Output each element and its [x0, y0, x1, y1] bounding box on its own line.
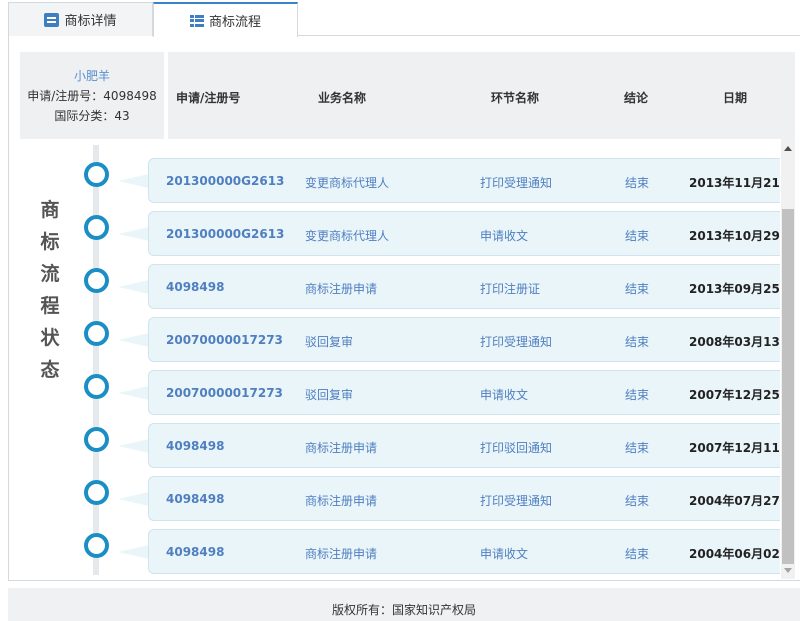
- footer-copyright: 版权所有：国家知识产权局: [8, 588, 800, 621]
- timeline-node-icon: [84, 215, 109, 240]
- row-pointer: [118, 439, 149, 453]
- scrollbar[interactable]: [781, 139, 795, 579]
- list-icon: [189, 14, 204, 27]
- cell-date: 2013年11月21日: [689, 176, 781, 190]
- cell-business: 变更商标代理人: [305, 229, 390, 243]
- row-pointer: [118, 386, 149, 400]
- process-row: 201300000G2613 变更商标代理人 打印受理通知 结束 2013年11月21日: [148, 158, 781, 203]
- process-status-title: 商 标 流 程 状 态: [40, 199, 60, 381]
- cell-step: 申请收文: [480, 388, 529, 402]
- cell-business: 商标注册申请: [305, 441, 378, 455]
- tab-label: 商标详情: [64, 14, 117, 29]
- cell-business: 驳回复审: [305, 335, 354, 349]
- cell-date: 2004年06月02日: [689, 547, 781, 561]
- cell-result: 结束: [625, 494, 650, 508]
- cell-date: 2007年12月11日: [689, 441, 781, 455]
- trademark-info: 小肥羊 申请/注册号：4098498 国际分类：43: [20, 52, 164, 139]
- cell-date: 2013年09月25日: [689, 282, 781, 296]
- cell-result: 结束: [625, 441, 650, 455]
- cell-business: 商标注册申请: [305, 282, 378, 296]
- process-row: 4098498 商标注册申请 打印注册证 结束 2013年09月25日: [148, 264, 781, 309]
- timeline-node-icon: [84, 533, 109, 558]
- timeline-node-icon: [84, 162, 109, 187]
- cell-business: 变更商标代理人: [305, 176, 390, 190]
- row-pointer: [118, 227, 149, 241]
- cell-result: 结束: [625, 282, 650, 296]
- cell-date: 2008年03月13日: [689, 335, 781, 349]
- cell-number[interactable]: 201300000G2613: [166, 227, 284, 241]
- cell-number[interactable]: 201300000G2613: [166, 174, 284, 188]
- process-row: 201300000G2613 变更商标代理人 申请收文 结束 2013年10月29日: [148, 211, 781, 256]
- column-header-business: 业务名称: [318, 91, 367, 105]
- cell-step: 打印注册证: [480, 282, 541, 296]
- international-class: 国际分类：43: [54, 109, 130, 123]
- cell-step: 打印受理通知: [480, 335, 553, 349]
- cell-step: 打印驳回通知: [480, 441, 553, 455]
- cell-result: 结束: [625, 388, 650, 402]
- table-header: 申请/注册号 业务名称 环节名称 结论 日期: [168, 52, 795, 139]
- column-header-date: 日期: [723, 91, 748, 105]
- cell-number[interactable]: 4098498: [166, 545, 224, 559]
- column-header-step: 环节名称: [491, 91, 540, 105]
- process-row: 4098498 商标注册申请 打印驳回通知 结束 2007年12月11日: [148, 423, 781, 468]
- row-pointer: [118, 492, 149, 506]
- cell-number[interactable]: 20070000017273: [166, 333, 283, 347]
- cell-step: 打印受理通知: [480, 176, 553, 190]
- process-row: 20070000017273 驳回复审 打印受理通知 结束 2008年03月13日: [148, 317, 781, 362]
- document-icon: [44, 12, 60, 27]
- process-row: 20070000017273 驳回复审 申请收文 结束 2007年12月25日: [148, 370, 781, 415]
- cell-date: 2004年07月27日: [689, 494, 781, 508]
- timeline-node-icon: [84, 268, 109, 293]
- scroll-up-icon[interactable]: [784, 146, 792, 151]
- cell-number[interactable]: 4098498: [166, 280, 224, 294]
- cell-step: 打印受理通知: [480, 494, 553, 508]
- timeline-node-icon: [84, 374, 109, 399]
- registration-number: 申请/注册号：4098498: [27, 89, 157, 103]
- cell-result: 结束: [625, 547, 650, 561]
- cell-result: 结束: [625, 176, 650, 190]
- timeline-node-icon: [84, 480, 109, 505]
- cell-number[interactable]: 20070000017273: [166, 386, 283, 400]
- row-pointer: [118, 545, 149, 559]
- tab-trademark-process[interactable]: 商标流程: [153, 2, 298, 37]
- process-row: 4098498 商标注册申请 申请收文 结束 2004年06月02日: [148, 529, 781, 574]
- cell-step: 申请收文: [480, 547, 529, 561]
- row-pointer: [118, 333, 149, 347]
- timeline-track: [93, 145, 99, 575]
- cell-number[interactable]: 4098498: [166, 439, 224, 453]
- scroll-down-icon[interactable]: [784, 568, 792, 573]
- cell-date: 2007年12月25日: [689, 388, 781, 402]
- row-pointer: [118, 280, 149, 294]
- cell-business: 商标注册申请: [305, 547, 378, 561]
- tab-bar: 商标详情 商标流程: [8, 0, 800, 37]
- tab-trademark-details[interactable]: 商标详情: [8, 2, 153, 36]
- cell-business: 驳回复审: [305, 388, 354, 402]
- timeline-node-icon: [84, 321, 109, 346]
- cell-business: 商标注册申请: [305, 494, 378, 508]
- scrollbar-thumb[interactable]: [782, 209, 794, 564]
- cell-step: 申请收文: [480, 229, 529, 243]
- tab-label: 商标流程: [208, 15, 261, 30]
- cell-result: 结束: [625, 229, 650, 243]
- column-header-result: 结论: [624, 91, 649, 105]
- column-header-number: 申请/注册号: [176, 91, 241, 105]
- process-row: 4098498 商标注册申请 打印受理通知 结束 2004年07月27日: [148, 476, 781, 521]
- trademark-name: 小肥羊: [73, 69, 110, 83]
- timeline-node-icon: [84, 427, 109, 452]
- row-pointer: [118, 174, 149, 188]
- cell-number[interactable]: 4098498: [166, 492, 224, 506]
- cell-date: 2013年10月29日: [689, 229, 781, 243]
- cell-result: 结束: [625, 335, 650, 349]
